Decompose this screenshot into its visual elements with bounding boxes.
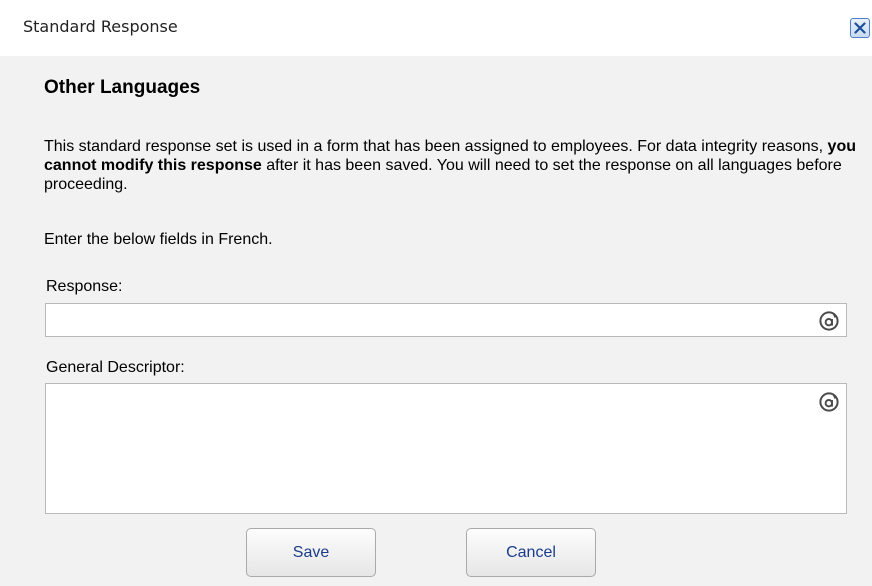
close-icon: [854, 22, 866, 34]
cancel-button[interactable]: Cancel: [466, 528, 596, 577]
response-input[interactable]: [46, 304, 846, 336]
general-descriptor-textarea[interactable]: [46, 384, 846, 513]
dialog-title: Standard Response: [23, 17, 178, 36]
intro-paragraph: This standard response set is used in a …: [44, 137, 856, 194]
general-descriptor-field-container: [45, 383, 847, 514]
intro-text-start: This standard response set is used in a …: [44, 138, 828, 155]
language-instruction: Enter the below fields in French.: [44, 231, 273, 248]
close-button[interactable]: [850, 18, 870, 38]
standard-response-dialog: Standard Response Other Languages This s…: [0, 0, 872, 586]
translate-icon[interactable]: [819, 392, 839, 412]
dialog-titlebar: Standard Response: [0, 0, 872, 56]
translate-icon[interactable]: [819, 311, 839, 331]
save-button[interactable]: Save: [246, 528, 376, 577]
response-label: Response:: [46, 278, 123, 295]
general-descriptor-label: General Descriptor:: [46, 359, 185, 376]
response-field-container: [45, 303, 847, 337]
section-heading: Other Languages: [44, 77, 201, 98]
